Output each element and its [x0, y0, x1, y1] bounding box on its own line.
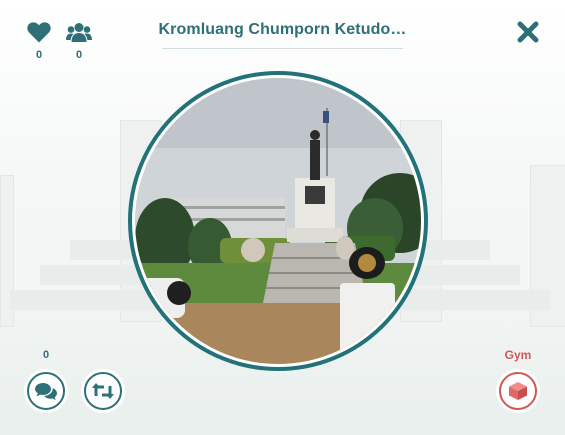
poi-title: Kromluang Chumporn Ketudo…: [158, 21, 407, 38]
likes-stat: 0: [24, 22, 54, 61]
comment-count: 0: [42, 349, 50, 361]
likes-count: 0: [35, 49, 43, 61]
gym-button[interactable]: [499, 372, 537, 410]
cube-icon: [509, 382, 527, 400]
gym-label: Gym: [504, 348, 532, 362]
retweet-icon: [92, 383, 114, 399]
swap-button[interactable]: [84, 372, 122, 410]
close-icon: [517, 21, 539, 43]
title-divider: [162, 48, 403, 49]
users-icon: [66, 23, 92, 42]
members-stat: 0: [64, 22, 94, 61]
poi-photo-frame: [128, 71, 428, 371]
comments-button[interactable]: [27, 372, 65, 410]
poi-photo: [135, 78, 421, 364]
members-count: 0: [75, 49, 83, 61]
heart-icon: [27, 22, 51, 43]
comments-icon: [35, 383, 57, 400]
close-button[interactable]: [517, 21, 539, 43]
